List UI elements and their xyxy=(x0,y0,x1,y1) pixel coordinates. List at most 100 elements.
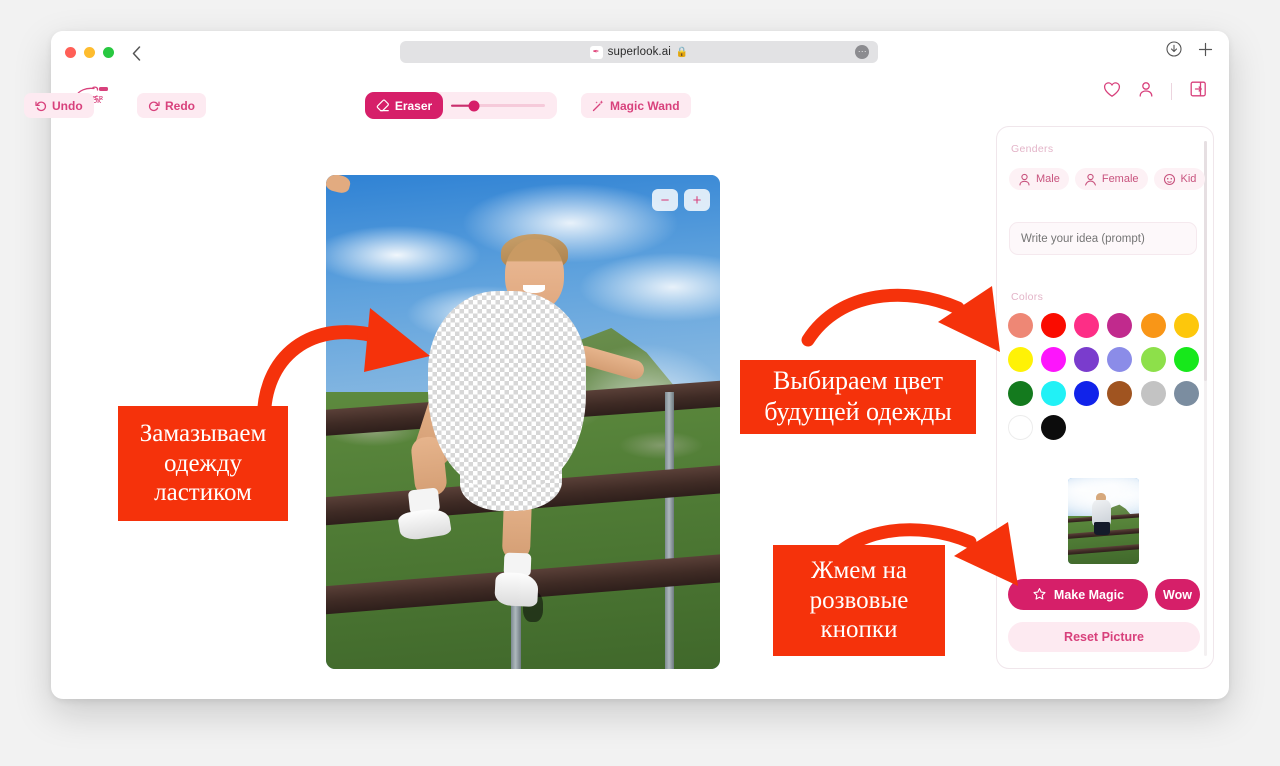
eraser-tool-group: Eraser xyxy=(365,92,557,119)
annotation-press-buttons: Жмем на розвовые кнопки xyxy=(773,545,945,656)
settings-panel: Genders Male Female Kid Write your idea … xyxy=(996,126,1214,669)
gender-male-button[interactable]: Male xyxy=(1009,168,1069,190)
color-swatch-16[interactable] xyxy=(1140,381,1166,406)
make-magic-button[interactable]: Make Magic xyxy=(1008,579,1148,610)
genders-label: Genders xyxy=(1011,143,1054,155)
color-swatch-4[interactable] xyxy=(1140,313,1166,338)
eraser-label: Eraser xyxy=(394,98,433,113)
gender-male-label: Male xyxy=(1036,173,1060,185)
annotation-1-line-3: ластиком xyxy=(154,479,252,507)
color-swatch-9[interactable] xyxy=(1107,347,1133,372)
maximize-window-button[interactable] xyxy=(103,47,114,58)
wow-button[interactable]: Wow xyxy=(1155,579,1200,610)
browser-toolbar-right xyxy=(1166,41,1213,62)
colors-label: Colors xyxy=(1011,291,1044,303)
annotation-3-line-1: Жмем на xyxy=(811,557,907,585)
download-icon[interactable] xyxy=(1166,41,1182,62)
annotation-2-line-2: будущей одежды xyxy=(764,397,952,426)
annotation-erase-clothes: Замазываем одежду ластиком xyxy=(118,406,288,521)
right-hand xyxy=(326,175,352,195)
undo-label: Undo xyxy=(52,98,83,113)
slider-knob[interactable] xyxy=(468,100,480,111)
chevron-left-icon xyxy=(132,45,140,61)
kid-avatar-icon xyxy=(1163,173,1175,185)
color-swatch-0[interactable] xyxy=(1008,313,1033,338)
annotation-1-line-1: Замазываем xyxy=(139,420,267,448)
address-bar[interactable]: ✒ superlook.ai 🔒 ⋯ xyxy=(400,41,878,63)
redo-button[interactable]: Redo xyxy=(137,93,206,118)
header-divider xyxy=(1171,83,1172,100)
close-window-button[interactable] xyxy=(65,47,76,58)
gender-kid-button[interactable]: Kid xyxy=(1153,168,1206,190)
canvas-zoom-controls: − + xyxy=(652,189,710,211)
annotation-2-line-1: Выбираем цвет xyxy=(773,366,943,396)
logout-glyph xyxy=(1190,81,1206,97)
color-swatch-11[interactable] xyxy=(1173,347,1199,372)
user-icon[interactable] xyxy=(1138,81,1154,103)
site-favicon-icon: ✒ xyxy=(589,45,603,59)
erased-region-transparent xyxy=(428,291,587,489)
logout-icon[interactable] xyxy=(1189,80,1207,103)
color-swatch-19[interactable] xyxy=(1041,415,1067,440)
app-header-icons xyxy=(1103,80,1207,103)
user-glyph xyxy=(1139,81,1153,97)
window-traffic-lights xyxy=(65,47,114,58)
color-swatch-14[interactable] xyxy=(1074,381,1100,406)
color-swatch-grid xyxy=(1008,313,1200,440)
gender-female-button[interactable]: Female xyxy=(1074,168,1148,190)
minimize-window-button[interactable] xyxy=(84,47,95,58)
address-bar-url: superlook.ai xyxy=(607,46,671,58)
gender-female-label: Female xyxy=(1101,173,1139,185)
color-swatch-5[interactable] xyxy=(1173,313,1199,338)
image-canvas[interactable]: − + xyxy=(326,175,720,669)
zoom-in-button[interactable]: + xyxy=(684,189,710,211)
eraser-button[interactable]: Eraser xyxy=(365,92,443,119)
male-avatar-icon xyxy=(1019,173,1030,186)
magic-wand-button[interactable]: Magic Wand xyxy=(581,93,691,118)
page-menu-button[interactable]: ⋯ xyxy=(855,45,869,59)
color-swatch-8[interactable] xyxy=(1074,347,1100,372)
undo-button[interactable]: Undo xyxy=(24,93,94,118)
left-sneaker xyxy=(397,506,452,542)
color-swatch-15[interactable] xyxy=(1107,381,1133,406)
color-swatch-12[interactable] xyxy=(1008,381,1033,406)
eraser-icon xyxy=(376,98,389,111)
color-swatch-7[interactable] xyxy=(1041,347,1067,372)
color-swatch-10[interactable] xyxy=(1140,347,1166,372)
zoom-out-button[interactable]: − xyxy=(652,189,678,211)
color-swatch-17[interactable] xyxy=(1173,381,1199,406)
female-avatar-icon xyxy=(1084,173,1096,186)
prompt-input[interactable] xyxy=(1009,222,1197,255)
magic-star-icon xyxy=(1033,588,1046,600)
gender-kid-label: Kid xyxy=(1180,173,1197,185)
undo-icon xyxy=(35,100,47,111)
redo-label: Redo xyxy=(165,98,195,113)
magic-wand-icon xyxy=(592,100,604,112)
gender-options: Male Female Kid xyxy=(1009,168,1206,190)
color-swatch-6[interactable] xyxy=(1008,347,1033,372)
annotation-1-line-2: одежду xyxy=(163,449,243,477)
color-swatch-18[interactable] xyxy=(1008,415,1033,440)
new-tab-button[interactable] xyxy=(1198,42,1213,62)
reset-picture-button[interactable]: Reset Picture xyxy=(1008,622,1200,652)
color-swatch-13[interactable] xyxy=(1041,381,1067,406)
heart-glyph xyxy=(1103,81,1121,97)
right-sneaker xyxy=(494,571,540,607)
color-swatch-2[interactable] xyxy=(1074,313,1100,338)
annotation-pick-color: Выбираем цвет будущей одежды xyxy=(740,360,976,434)
thumb-shorts xyxy=(1094,521,1110,535)
plus-icon xyxy=(1198,42,1213,56)
make-magic-label: Make Magic xyxy=(1053,587,1125,602)
heart-icon[interactable] xyxy=(1103,81,1121,103)
screenshot-root: ✒ superlook.ai 🔒 ⋯ Undo Redo Eraser Magi… xyxy=(0,0,1280,766)
preview-thumbnail[interactable] xyxy=(1068,478,1139,564)
download-glyph xyxy=(1166,41,1182,57)
color-swatch-3[interactable] xyxy=(1107,313,1133,338)
annotation-3-line-2: розвовые xyxy=(809,586,909,614)
magic-wand-label: Magic Wand xyxy=(610,98,680,113)
color-swatch-1[interactable] xyxy=(1041,313,1067,338)
brush-size-slider[interactable] xyxy=(451,92,545,119)
annotation-3-line-3: кнопки xyxy=(820,616,898,644)
back-button[interactable] xyxy=(125,42,147,64)
lock-icon: 🔒 xyxy=(675,46,689,58)
